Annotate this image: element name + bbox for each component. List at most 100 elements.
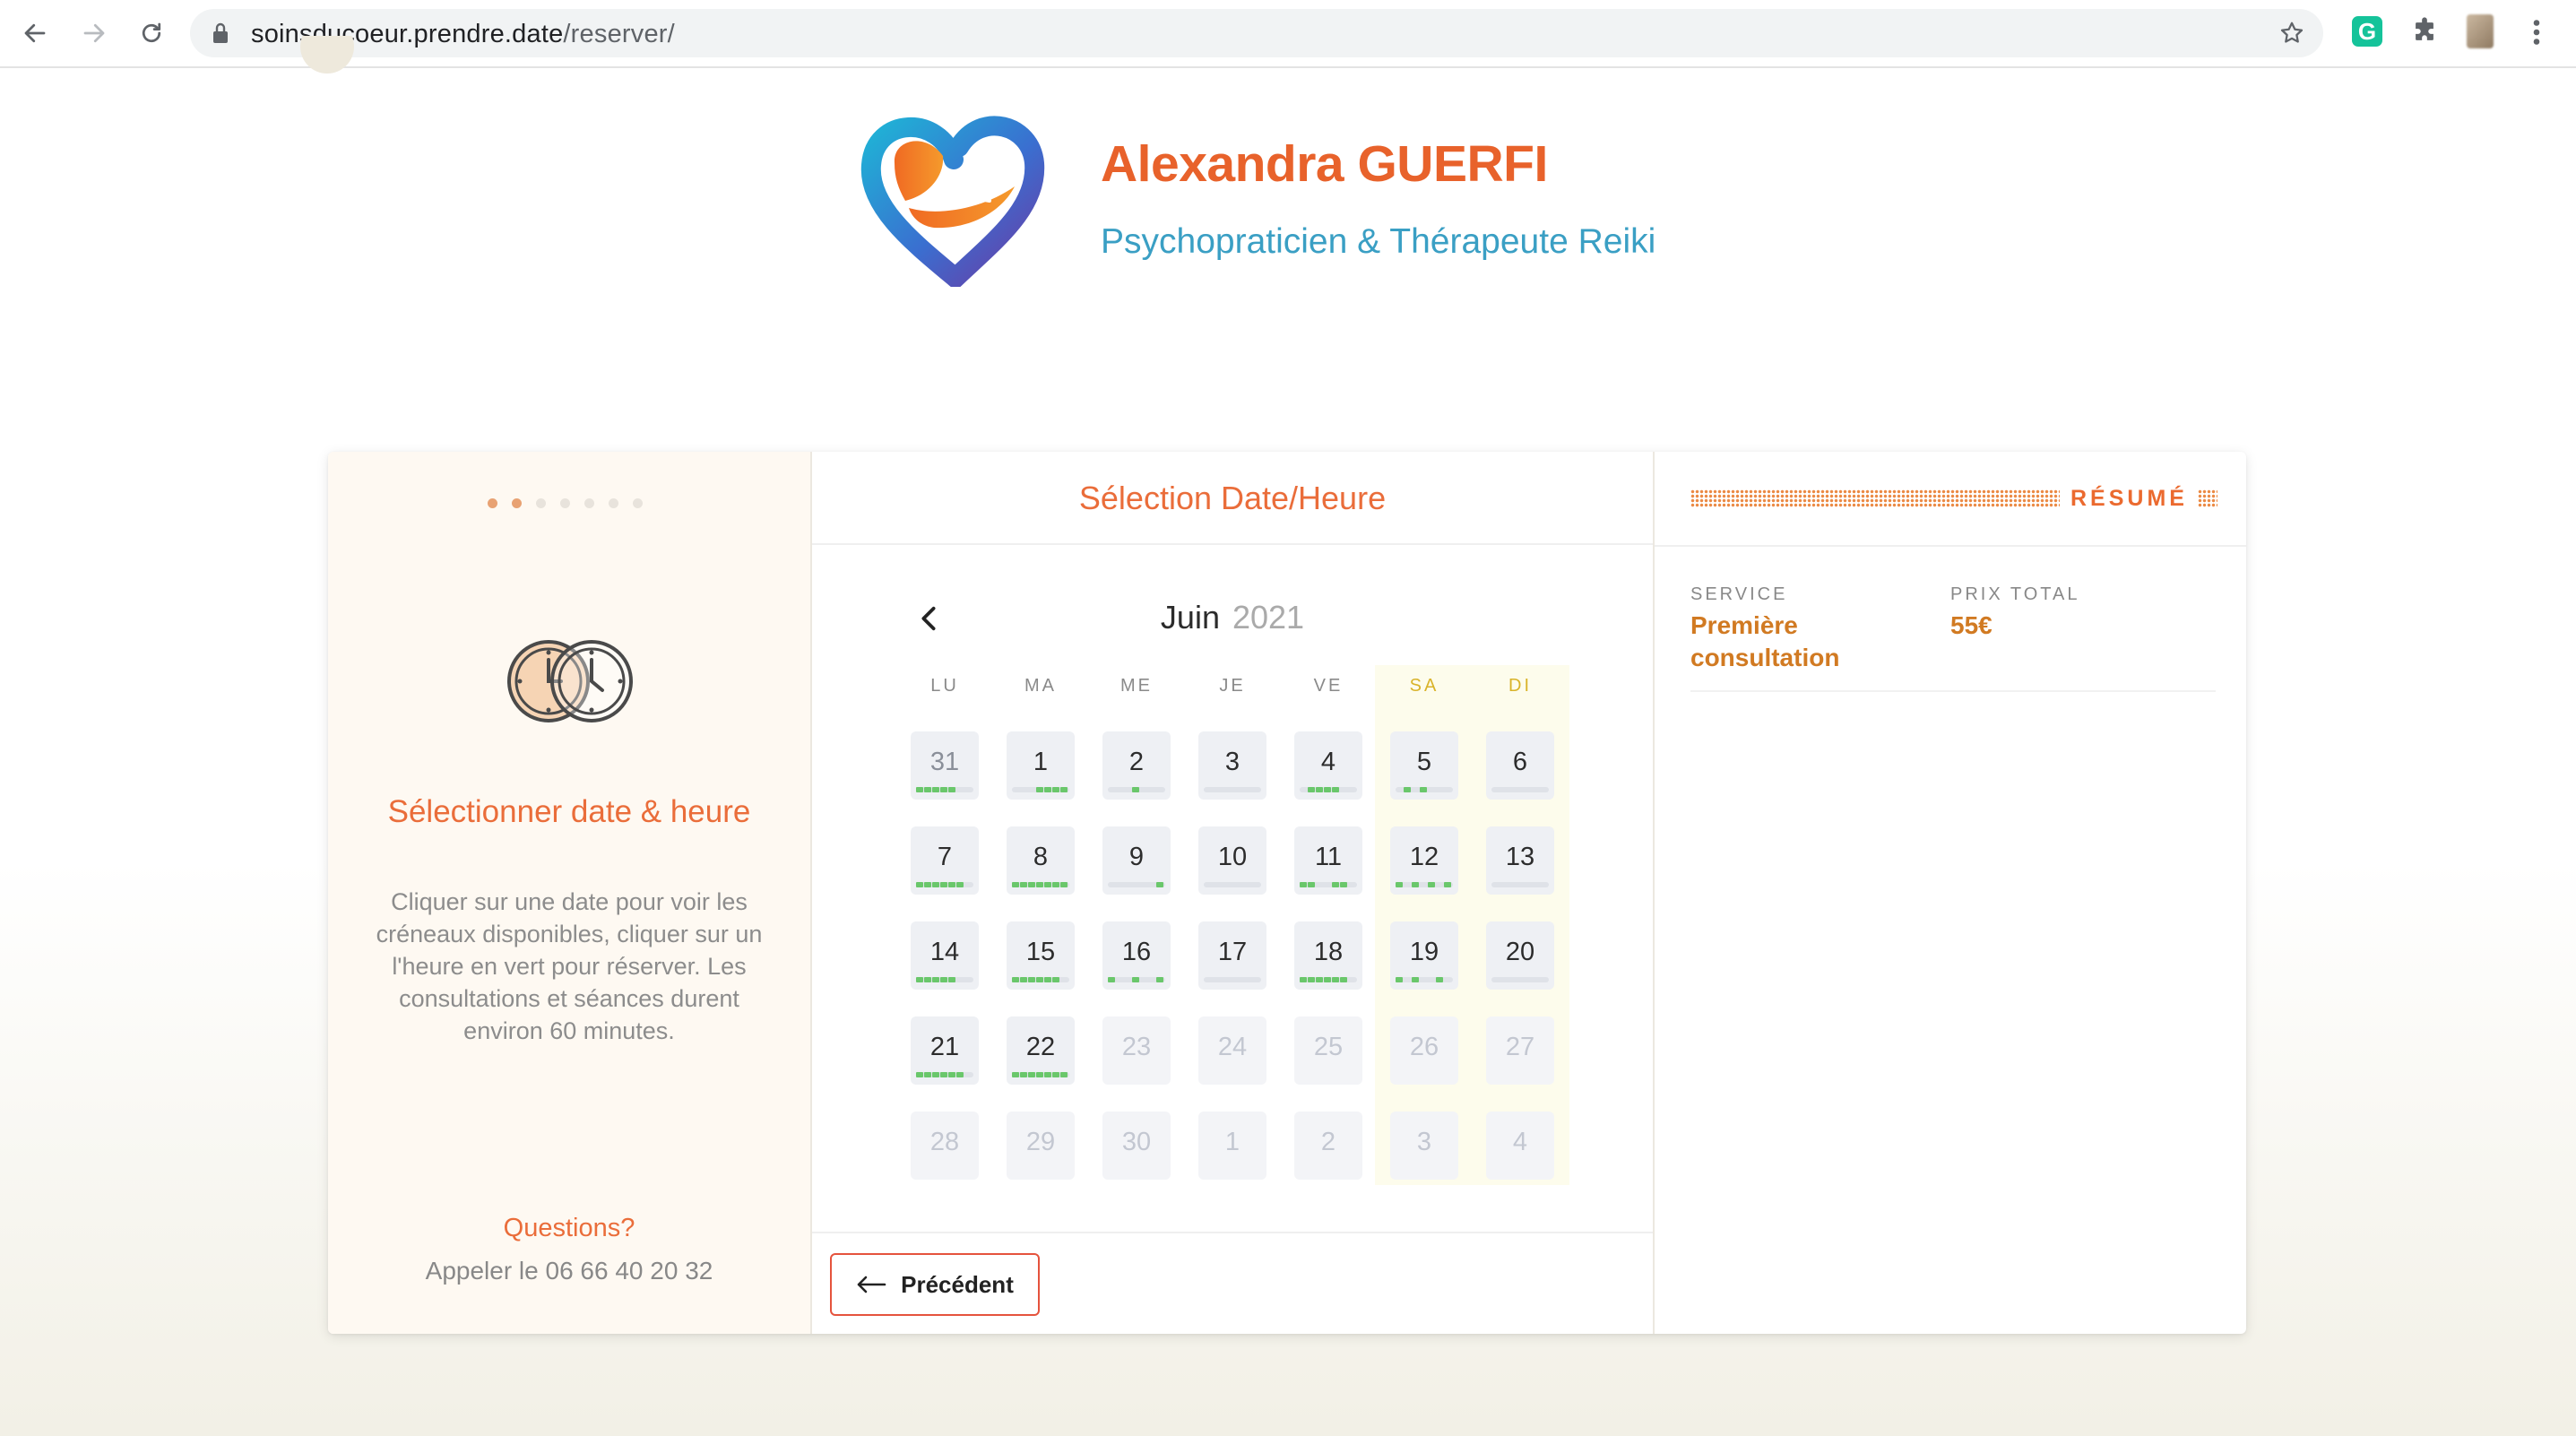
- price-value: 55€: [1950, 611, 1993, 639]
- panel-title: Sélection Date/Heure: [812, 452, 1653, 545]
- calendar-day: 24: [1198, 1016, 1266, 1085]
- calendar-day: 25: [1294, 1016, 1362, 1085]
- step-dot: [633, 498, 643, 508]
- available-slot-marker: [948, 977, 955, 982]
- reload-icon: [142, 22, 161, 43]
- step-dot: [512, 498, 522, 508]
- reload-button[interactable]: [134, 16, 169, 50]
- calendar-day[interactable]: 2: [1102, 731, 1171, 800]
- day-number: 5: [1416, 748, 1432, 776]
- available-slot-marker: [1412, 882, 1419, 887]
- calendar-day[interactable]: 31: [911, 731, 979, 800]
- month-name: Juin: [1160, 599, 1220, 636]
- availability-bar: [1012, 977, 1069, 982]
- arrow-left-icon: [857, 1276, 886, 1293]
- calendar-day[interactable]: 14: [911, 921, 979, 990]
- calendar-day[interactable]: 17: [1198, 921, 1266, 990]
- calendar-day[interactable]: 1: [1007, 731, 1075, 800]
- decorative-circle: [300, 36, 354, 75]
- availability-bar: [916, 882, 973, 887]
- weekday-header: DI: [1508, 676, 1532, 696]
- day-number: 27: [1505, 1033, 1535, 1061]
- calendar-day[interactable]: 4: [1294, 731, 1362, 800]
- day-number: 25: [1313, 1033, 1344, 1061]
- available-slot-marker: [948, 787, 955, 792]
- available-slot-marker: [1308, 787, 1315, 792]
- summary-panel: RÉSUMÉ SERVICE Première consultation PRI…: [1655, 452, 2246, 1334]
- calendar-day[interactable]: 12: [1390, 826, 1458, 895]
- calendar-day[interactable]: 20: [1486, 921, 1554, 990]
- calendar-day[interactable]: 3: [1198, 731, 1266, 800]
- calendar-day[interactable]: 5: [1390, 731, 1458, 800]
- calendar-day[interactable]: 21: [911, 1016, 979, 1085]
- calendar-day: 1: [1198, 1112, 1266, 1180]
- dotted-pattern-right: [2198, 489, 2217, 507]
- calendar-day[interactable]: 10: [1198, 826, 1266, 895]
- previous-month-button[interactable]: [911, 601, 947, 636]
- address-bar[interactable]: soinsducoeur.prendre.date/reserver/: [190, 9, 2323, 57]
- calendar-day: 2: [1294, 1112, 1362, 1180]
- calendar-day[interactable]: 6: [1486, 731, 1554, 800]
- available-slot-marker: [1156, 882, 1163, 887]
- available-slot-marker: [916, 882, 923, 887]
- available-slot-marker: [1052, 882, 1059, 887]
- available-slot-marker: [1044, 787, 1051, 792]
- calendar-day[interactable]: 16: [1102, 921, 1171, 990]
- bookmark-star-icon[interactable]: [2278, 20, 2305, 47]
- available-slot-marker: [940, 787, 947, 792]
- calendar-day[interactable]: 7: [911, 826, 979, 895]
- previous-button[interactable]: Précédent: [830, 1253, 1040, 1316]
- available-slot-marker: [1028, 1072, 1035, 1077]
- availability-bar: [1012, 882, 1069, 887]
- back-button[interactable]: [18, 16, 52, 50]
- availability-bar: [1204, 977, 1261, 982]
- available-slot-marker: [1436, 977, 1443, 982]
- weekday-header: VE: [1313, 676, 1344, 696]
- available-slot-marker: [1036, 977, 1043, 982]
- available-slot-marker: [1332, 977, 1339, 982]
- available-slot-marker: [1156, 977, 1163, 982]
- day-number: 16: [1121, 938, 1152, 966]
- date-selection-panel: Sélection Date/Heure Juin 2021 LU MA ME JE VE…: [812, 452, 1655, 1334]
- available-slot-marker: [1036, 1072, 1043, 1077]
- availability-bar: [1396, 977, 1453, 982]
- day-number: 24: [1217, 1033, 1248, 1061]
- available-slot-marker: [1340, 977, 1347, 982]
- calendar-day[interactable]: 18: [1294, 921, 1362, 990]
- calendar-day[interactable]: 8: [1007, 826, 1075, 895]
- weekday-header: JE: [1219, 676, 1246, 696]
- available-slot-marker: [948, 882, 955, 887]
- calendar-day: 4: [1486, 1112, 1554, 1180]
- calendar-day[interactable]: 9: [1102, 826, 1171, 895]
- extensions-puzzle-icon[interactable]: [2409, 16, 2440, 47]
- step-info-panel: Sélectionner date & heure Cliquer sur un…: [328, 452, 812, 1334]
- divider: [1690, 690, 2216, 692]
- booking-card: Sélectionner date & heure Cliquer sur un…: [328, 452, 2246, 1334]
- available-slot-marker: [1052, 977, 1059, 982]
- calendar-day[interactable]: 13: [1486, 826, 1554, 895]
- calendar-day[interactable]: 15: [1007, 921, 1075, 990]
- calendar-day[interactable]: 19: [1390, 921, 1458, 990]
- available-slot-marker: [924, 882, 931, 887]
- available-slot-marker: [1012, 977, 1019, 982]
- calendar-day[interactable]: 22: [1007, 1016, 1075, 1085]
- availability-bar: [916, 977, 973, 982]
- forward-button[interactable]: [77, 16, 111, 50]
- grammarly-extension-icon[interactable]: G: [2352, 16, 2382, 47]
- more-menu-icon[interactable]: [2528, 16, 2546, 48]
- available-slot-marker: [1300, 882, 1307, 887]
- day-number: 13: [1505, 843, 1535, 871]
- step-dot: [609, 498, 618, 508]
- available-slot-marker: [1324, 977, 1331, 982]
- lock-icon: [213, 22, 228, 43]
- available-slot-marker: [1060, 1072, 1068, 1077]
- year: 2021: [1232, 599, 1305, 636]
- url-path: /reserver/: [563, 20, 675, 48]
- calendar-day[interactable]: 11: [1294, 826, 1362, 895]
- available-slot-marker: [916, 787, 923, 792]
- profile-avatar[interactable]: [2467, 14, 2494, 48]
- divider: [1655, 545, 2246, 547]
- available-slot-marker: [1316, 977, 1323, 982]
- available-slot-marker: [1036, 787, 1043, 792]
- phone-contact: Appeler le 06 66 40 20 32: [425, 1257, 713, 1285]
